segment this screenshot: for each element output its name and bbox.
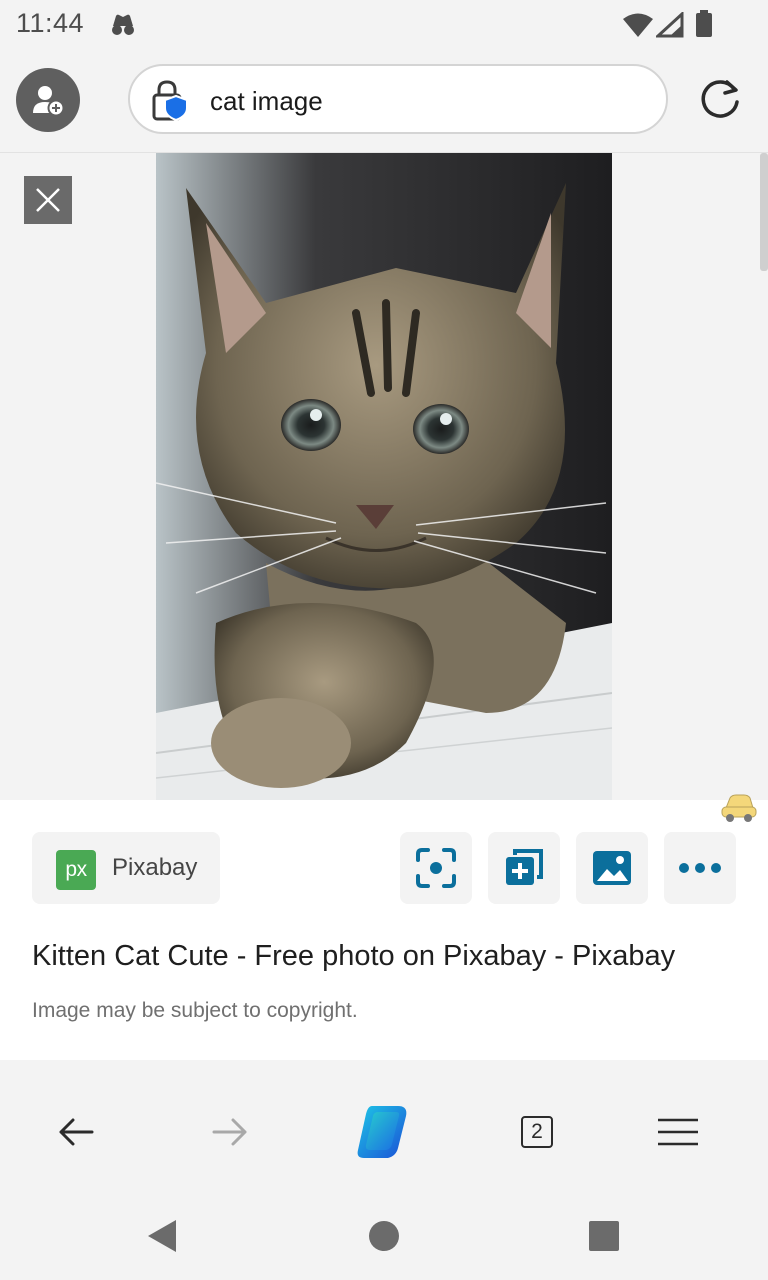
more-options-button[interactable] [664, 832, 736, 904]
kitten-photo[interactable] [156, 153, 612, 800]
add-collection-icon [506, 849, 543, 885]
battery-icon [696, 10, 712, 37]
image-title[interactable]: Kitten Cat Cute - Free photo on Pixabay … [32, 940, 675, 973]
nav-home-button[interactable] [364, 1216, 404, 1256]
source-label: Pixabay [112, 854, 198, 881]
image-viewer [0, 153, 768, 800]
triangle-back-icon [148, 1220, 176, 1252]
cellular-signal-icon [656, 12, 684, 38]
incognito-notification-icon [112, 14, 134, 35]
nav-recents-button[interactable] [584, 1216, 624, 1256]
secure-lock-shield-icon [152, 80, 188, 122]
forward-button[interactable] [200, 1104, 260, 1160]
tab-count: 2 [521, 1116, 553, 1148]
status-bar: 11:44 [0, 0, 768, 50]
wifi-icon [623, 13, 653, 37]
copyright-note: Image may be subject to copyright. [32, 999, 358, 1022]
system-nav-bar [0, 1186, 768, 1280]
copilot-icon [357, 1106, 407, 1158]
visual-search-icon [416, 848, 456, 888]
browser-toolbar: 2 [0, 1080, 768, 1186]
source-chip[interactable]: px Pixabay [32, 832, 220, 904]
back-arrow-icon [59, 1118, 94, 1146]
close-icon [36, 188, 60, 212]
close-viewer-button[interactable] [24, 176, 72, 224]
tabs-button[interactable]: 2 [507, 1104, 567, 1160]
visual-search-button[interactable] [400, 832, 472, 904]
hamburger-menu-icon [658, 1118, 698, 1146]
circle-home-icon [369, 1221, 399, 1251]
more-options-icon [679, 863, 721, 873]
back-button[interactable] [46, 1104, 106, 1160]
image-icon [593, 851, 631, 885]
menu-button[interactable] [648, 1104, 708, 1160]
divider [0, 1060, 768, 1081]
square-recents-icon [589, 1221, 619, 1251]
forward-arrow-icon [212, 1118, 247, 1146]
pixabay-logo-icon: px [56, 850, 96, 890]
scrollbar[interactable] [760, 153, 768, 271]
url-field[interactable]: cat image [128, 64, 668, 134]
view-image-button[interactable] [576, 832, 648, 904]
image-info-panel: px Pixabay Kitten Cat Cute - Free photo … [0, 794, 768, 1060]
taxi-mascot-icon [721, 794, 757, 822]
nav-back-button[interactable] [142, 1216, 182, 1256]
address-bar: cat image [0, 50, 768, 153]
copilot-button[interactable] [350, 1104, 416, 1160]
url-text: cat image [210, 86, 323, 116]
reload-icon[interactable] [694, 74, 746, 126]
profile-button[interactable] [16, 68, 80, 132]
add-profile-icon [33, 86, 65, 117]
add-to-collection-button[interactable] [488, 832, 560, 904]
status-time: 11:44 [16, 8, 85, 38]
